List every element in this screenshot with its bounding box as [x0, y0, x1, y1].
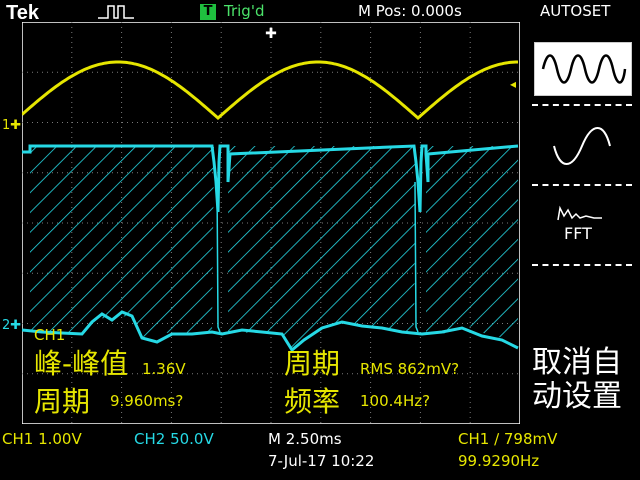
- timebase: M 2.50ms: [268, 430, 342, 448]
- measurement-channel: CH1: [34, 326, 66, 344]
- svg-text:◂: ◂: [510, 77, 516, 91]
- period-value: 9.960ms?: [110, 392, 184, 410]
- autoset-multi-cycle-button[interactable]: [534, 42, 632, 96]
- period-label: 周期: [34, 385, 91, 418]
- acquisition-icon: [98, 4, 138, 24]
- ch1-ground-marker: 1✚: [2, 118, 22, 133]
- autoset-single-cycle-button[interactable]: [540, 122, 624, 170]
- cancel-autoset-button[interactable]: 取消自 动设置: [532, 346, 622, 414]
- single-cycle-sine-icon: [553, 127, 611, 165]
- fft-label: FFT: [564, 224, 592, 243]
- period-rms-label: 周期: [284, 347, 341, 380]
- trigger-status: Trig'd: [224, 2, 265, 20]
- ch2-ground-marker: 2✚: [2, 318, 22, 333]
- cancel-label-line2: 动设置: [532, 379, 622, 414]
- multi-cycle-sine-icon: [541, 54, 627, 84]
- pk-pk-label: 峰-峰值: [34, 347, 129, 380]
- menu-divider: [532, 184, 632, 186]
- pk-pk-value: 1.36V: [142, 360, 186, 378]
- menu-title: AUTOSET: [540, 2, 611, 20]
- trigger-level: CH1 ∕ 798mV: [458, 430, 558, 448]
- ch1-scale: CH1 1.00V: [2, 430, 82, 448]
- autoset-fft-button[interactable]: FFT: [546, 200, 622, 248]
- menu-divider: [532, 264, 632, 266]
- svg-text:✚: ✚: [265, 26, 277, 42]
- menu-divider: [532, 104, 632, 106]
- cancel-label-line1: 取消自: [532, 345, 622, 380]
- frequency-label: 频率: [284, 385, 341, 418]
- trigger-frequency: 99.9290Hz: [458, 452, 540, 470]
- horizontal-position: M Pos: 0.000s: [358, 2, 462, 20]
- fft-spectrum-icon: [557, 205, 602, 221]
- frequency-value: 100.4Hz?: [360, 392, 431, 410]
- trigger-status-badge: T: [200, 4, 216, 20]
- date-time: 7-Jul-17 10:22: [268, 452, 375, 470]
- rms-value: RMS 862mV?: [360, 360, 460, 378]
- ch2-scale: CH2 50.0V: [134, 430, 214, 448]
